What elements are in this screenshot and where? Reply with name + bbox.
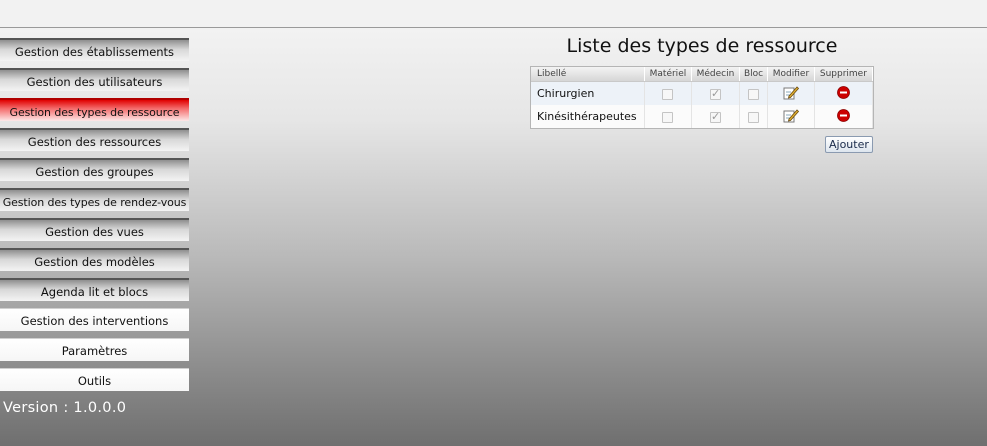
- nav-item-agenda[interactable]: Agenda lit et blocs: [0, 278, 189, 301]
- delete-icon[interactable]: [836, 85, 850, 102]
- materiel-cell: [644, 81, 692, 105]
- edit-icon[interactable]: [783, 108, 800, 126]
- bloc-checkbox[interactable]: [748, 111, 760, 123]
- modifier-cell: [767, 81, 815, 105]
- delete-icon[interactable]: [836, 108, 850, 125]
- nav-item-vues[interactable]: Gestion des vues: [0, 218, 189, 241]
- nav-item-modeles[interactable]: Gestion des modèles: [0, 248, 189, 271]
- nav-item-outils[interactable]: Outils: [0, 368, 189, 391]
- nav-item-types-ressource[interactable]: Gestion des types de ressource: [0, 98, 189, 121]
- medecin-cell: [691, 81, 741, 105]
- nav-item-utilisateurs[interactable]: Gestion des utilisateurs: [0, 68, 189, 91]
- modifier-cell: [767, 105, 815, 128]
- supprimer-cell: [814, 81, 874, 105]
- column-header-libelle[interactable]: Libellé: [531, 67, 645, 82]
- medecin-checkbox[interactable]: [709, 87, 721, 100]
- nav-item-groupes[interactable]: Gestion des groupes: [0, 158, 189, 181]
- add-button[interactable]: Ajouter: [825, 136, 873, 153]
- sidebar-nav: Gestion des établissements Gestion des u…: [0, 38, 189, 398]
- edit-icon[interactable]: [783, 85, 800, 103]
- nav-item-parametres[interactable]: Paramètres: [0, 338, 189, 361]
- medecin-checkbox[interactable]: [709, 110, 721, 123]
- column-header-materiel[interactable]: Matériel: [644, 67, 692, 82]
- column-header-medecin[interactable]: Médecin: [691, 67, 741, 82]
- top-bar: [0, 0, 987, 28]
- table-row: Chirurgien: [531, 81, 874, 105]
- bloc-cell: [739, 81, 769, 105]
- materiel-cell: [644, 105, 692, 128]
- column-header-modifier: Modifier: [767, 67, 815, 82]
- table-header-row: Libellé Matériel Médecin Bloc Modifier S…: [531, 67, 874, 82]
- nav-item-ressources[interactable]: Gestion des ressources: [0, 128, 189, 151]
- nav-item-etablissements[interactable]: Gestion des établissements: [0, 38, 189, 61]
- medecin-cell: [691, 105, 741, 128]
- page-title: Liste des types de ressource: [566, 35, 838, 57]
- column-header-bloc[interactable]: Bloc: [739, 67, 769, 82]
- bloc-cell: [739, 105, 769, 128]
- version-label: Version : 1.0.0.0: [3, 400, 127, 416]
- row-label: Kinésithérapeutes: [531, 105, 645, 128]
- materiel-checkbox[interactable]: [662, 111, 674, 123]
- nav-item-types-rendez-vous[interactable]: Gestion des types de rendez-vous: [0, 188, 189, 211]
- column-header-supprimer: Supprimer: [814, 67, 874, 82]
- nav-item-interventions[interactable]: Gestion des interventions: [0, 308, 189, 331]
- resource-types-table: Libellé Matériel Médecin Bloc Modifier S…: [530, 66, 874, 129]
- bloc-checkbox[interactable]: [748, 88, 760, 100]
- supprimer-cell: [814, 105, 874, 128]
- row-label: Chirurgien: [531, 81, 645, 105]
- table-row: Kinésithérapeutes: [531, 105, 874, 128]
- materiel-checkbox[interactable]: [662, 88, 674, 100]
